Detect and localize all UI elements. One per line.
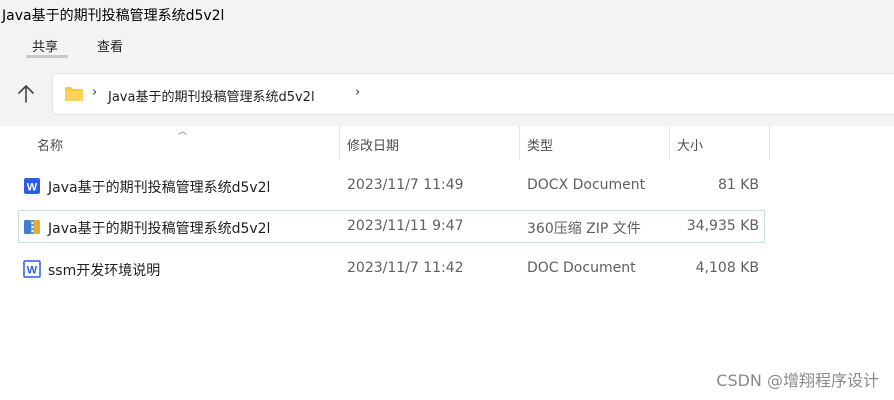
up-button[interactable] — [12, 80, 40, 108]
file-date: 2023/11/11 9:47 — [347, 218, 464, 234]
word-document-icon: W — [24, 178, 40, 194]
column-header-date[interactable]: 修改日期 — [340, 126, 520, 160]
title-bar: Java基于的期刊投稿管理系统d5v2l — [0, 0, 894, 30]
file-size: 34,935 KB — [686, 218, 759, 234]
breadcrumb-current-folder[interactable]: Java基于的期刊投稿管理系统d5v2l — [108, 86, 315, 105]
column-header-row: 名称 ︿ 修改日期 类型 大小 — [20, 126, 770, 160]
breadcrumb-expand-icon[interactable]: › — [355, 85, 360, 100]
file-type: DOC Document — [527, 260, 636, 276]
window-title: Java基于的期刊投稿管理系统d5v2l — [2, 8, 225, 24]
file-date: 2023/11/7 11:42 — [347, 260, 464, 276]
ribbon: 共享 查看 — [0, 30, 894, 62]
breadcrumb-separator-icon[interactable]: › — [92, 85, 97, 100]
file-size: 81 KB — [717, 177, 759, 193]
active-tab-indicator — [26, 55, 68, 58]
arrow-up-icon — [18, 85, 34, 103]
tab-share[interactable]: 共享 — [32, 36, 58, 55]
sort-ascending-icon: ︿ — [178, 127, 188, 137]
file-type: DOCX Document — [527, 177, 646, 193]
column-header-size[interactable]: 大小 — [670, 126, 770, 160]
file-row[interactable]: W ssm开发环境说明 2023/11/7 11:42 DOC Document… — [18, 252, 765, 285]
navigation-bar: › Java基于的期刊投稿管理系统d5v2l › — [0, 62, 894, 126]
svg-text:W: W — [27, 182, 38, 194]
tab-view[interactable]: 查看 — [97, 36, 123, 55]
column-header-type[interactable]: 类型 — [520, 126, 670, 160]
file-size: 4,108 KB — [695, 260, 759, 276]
file-list: 名称 ︿ 修改日期 类型 大小 W Java基于的期刊投稿管理系统d5v2l 2… — [0, 126, 894, 400]
file-name: Java基于的期刊投稿管理系统d5v2l — [48, 221, 271, 237]
address-bar[interactable]: › Java基于的期刊投稿管理系统d5v2l › — [52, 73, 894, 115]
watermark: CSDN @增翔程序设计 — [716, 371, 879, 390]
file-row[interactable]: Java基于的期刊投稿管理系统d5v2l 2023/11/11 9:47 360… — [18, 210, 765, 243]
file-date: 2023/11/7 11:49 — [347, 177, 464, 193]
zip-archive-icon — [24, 220, 40, 234]
word-document-icon: W — [23, 260, 41, 278]
file-name: ssm开发环境说明 — [48, 263, 161, 279]
folder-icon — [65, 87, 83, 101]
file-row[interactable]: W Java基于的期刊投稿管理系统d5v2l 2023/11/7 11:49 D… — [18, 169, 765, 202]
svg-text:W: W — [27, 265, 38, 277]
file-name: Java基于的期刊投稿管理系统d5v2l — [48, 180, 271, 196]
column-header-name[interactable]: 名称 ︿ — [20, 126, 340, 160]
file-type: 360压缩 ZIP 文件 — [527, 221, 641, 237]
column-header-name-label: 名称 — [37, 139, 64, 154]
